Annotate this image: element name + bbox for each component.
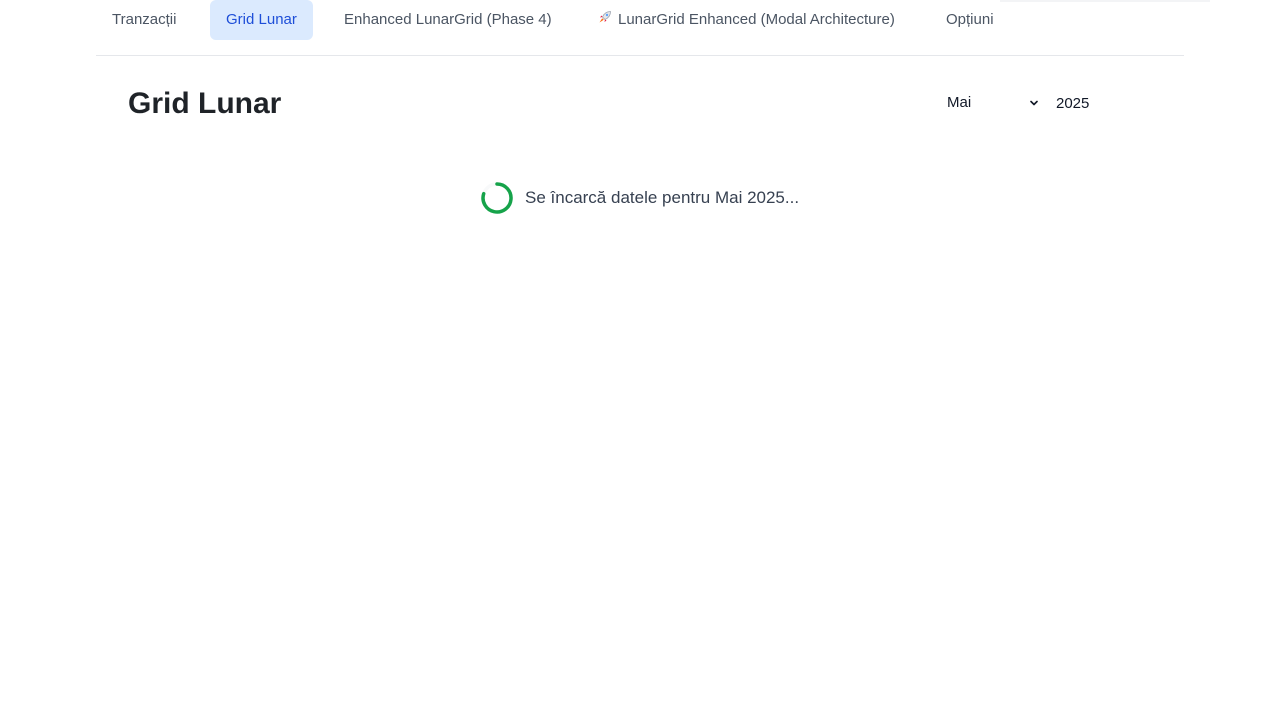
tab-label: Opțiuni <box>946 11 994 28</box>
tab-enhanced-lunargrid[interactable]: Enhanced LunarGrid (Phase 4) <box>328 0 568 40</box>
loading-text: Se încarcă datele pentru Mai 2025... <box>525 188 800 207</box>
tab-grid-lunar[interactable]: Grid Lunar <box>210 0 313 40</box>
tab-lunargrid-enhanced-modal[interactable]: LunarGrid Enhanced (Modal Architecture) <box>582 0 911 40</box>
tab-label: Enhanced LunarGrid (Phase 4) <box>344 11 552 28</box>
tab-label: Tranzacții <box>112 11 177 28</box>
tab-label: LunarGrid Enhanced (Modal Architecture) <box>618 11 895 28</box>
month-select-value: Mai <box>947 94 972 111</box>
spinner-icon <box>481 182 513 214</box>
month-select[interactable]: Mai <box>940 92 1042 116</box>
chevron-down-icon <box>1030 100 1038 106</box>
main-nav: Tranzacții Grid Lunar Enhanced LunarGrid… <box>96 0 1184 56</box>
tab-tranzactii[interactable]: Tranzacții <box>96 0 192 40</box>
year-input-value: 2025 <box>1056 95 1090 112</box>
rocket-icon <box>598 0 612 40</box>
tab-label: Grid Lunar <box>226 11 297 28</box>
tab-optiuni[interactable]: Opțiuni <box>930 0 1010 40</box>
page-title: Grid Lunar <box>128 87 282 120</box>
loading-indicator: Se încarcă datele pentru Mai 2025... <box>480 181 799 215</box>
year-input[interactable]: 2025 <box>1048 92 1138 116</box>
